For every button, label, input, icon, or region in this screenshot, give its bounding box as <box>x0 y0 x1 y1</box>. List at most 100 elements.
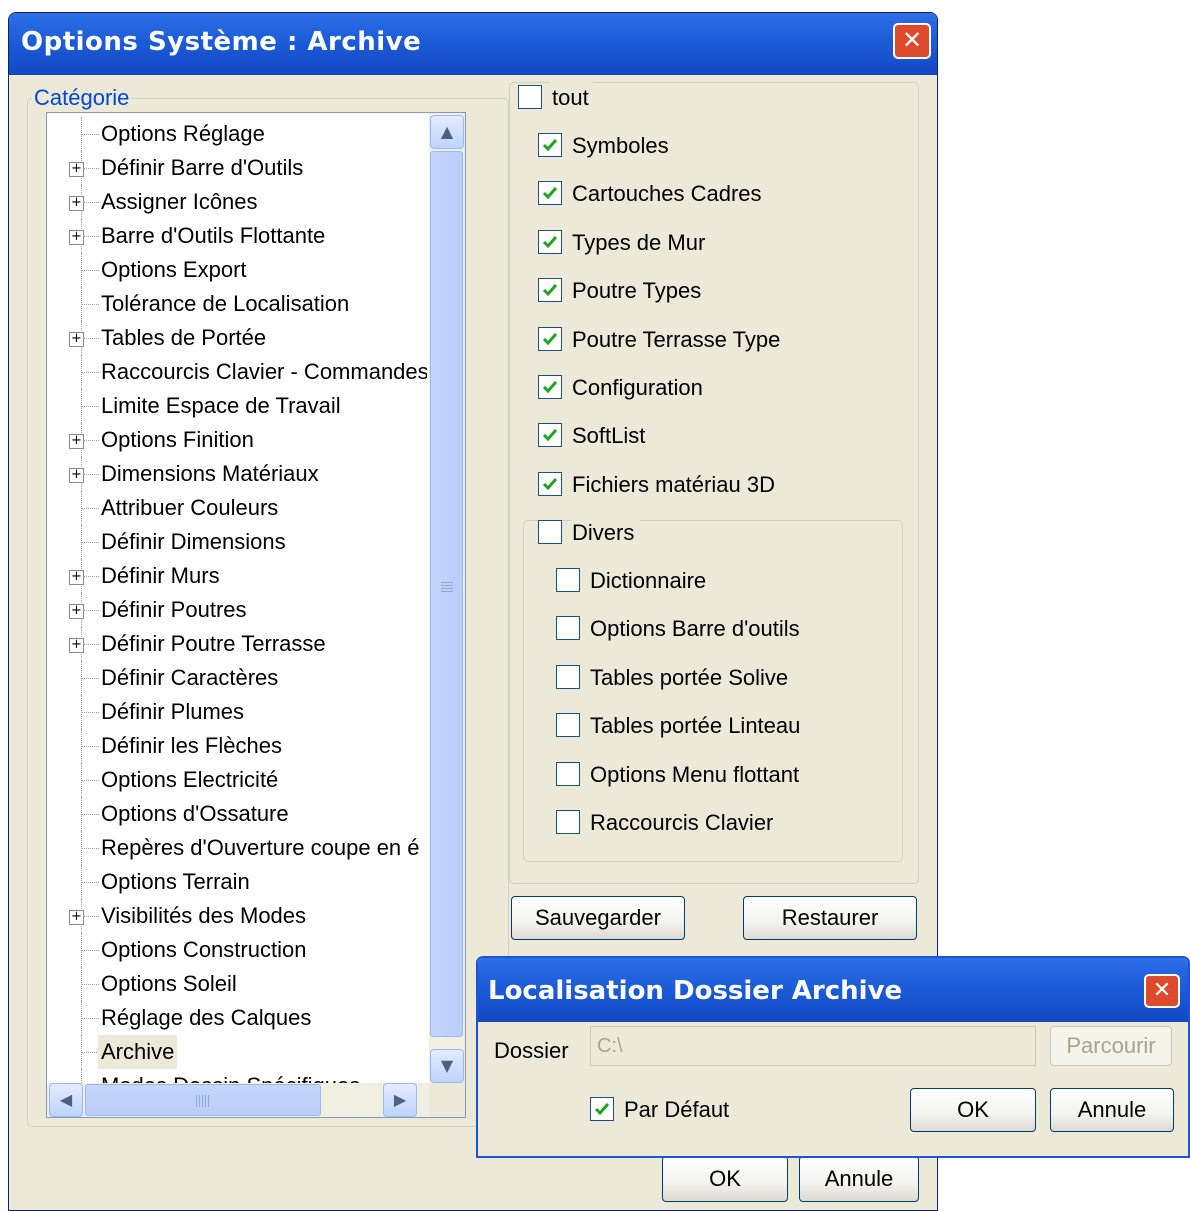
close-icon[interactable]: ✕ <box>893 23 931 59</box>
scroll-up-icon[interactable]: ▲ <box>430 115 464 149</box>
checkbox-box[interactable] <box>556 664 580 689</box>
tree-item[interactable]: + Assigner Icônes <box>47 185 427 219</box>
tree-item[interactable]: Raccourcis Clavier - Commandes <box>47 355 427 389</box>
checkbox-box[interactable] <box>538 520 562 544</box>
expand-plus-icon[interactable]: + <box>69 162 84 177</box>
expand-plus-icon[interactable]: + <box>69 604 84 619</box>
tree-item[interactable]: Définir les Flèches <box>47 729 427 763</box>
checkbox-box[interactable] <box>518 85 542 109</box>
tree-item-label: Raccourcis Clavier - Commandes <box>101 359 427 384</box>
default-label: Par Défaut <box>624 1097 730 1122</box>
checkbox-box[interactable] <box>538 181 562 206</box>
tree-item-label: Définir Barre d'Outils <box>101 155 304 180</box>
tree-item[interactable]: Définir Dimensions <box>47 525 427 559</box>
expand-plus-icon[interactable]: + <box>69 230 84 245</box>
tree-connector <box>81 542 99 543</box>
sub-dialog-title-bar[interactable]: Localisation Dossier Archive ✕ <box>478 958 1188 1022</box>
checkbox-box[interactable] <box>556 713 580 738</box>
tree-item[interactable]: + Définir Barre d'Outils <box>47 151 427 185</box>
checkbox-box[interactable] <box>556 761 580 786</box>
scroll-right-icon[interactable]: ▶ <box>383 1083 417 1117</box>
tree-item[interactable]: Options Terrain <box>47 865 427 899</box>
checkbox-box[interactable] <box>590 1097 614 1121</box>
tree-item-label: Options Finition <box>101 427 254 452</box>
horizontal-scrollbar[interactable]: ◀ ▶ <box>47 1083 431 1117</box>
expand-plus-icon[interactable]: + <box>69 638 84 653</box>
checkbox-box[interactable] <box>538 375 562 399</box>
checkbox-label: Types de Mur <box>572 229 706 255</box>
close-icon[interactable]: ✕ <box>1144 974 1180 1008</box>
category-tree[interactable]: Options Réglage + Définir Barre d'Outils + A… <box>46 112 466 1118</box>
tree-item[interactable]: Options Réglage <box>47 117 427 151</box>
tree-item-label: Définir Dimensions <box>101 529 286 554</box>
ok-button[interactable]: OK <box>662 1156 788 1202</box>
checkbox-label: Options Barre d'outils <box>590 616 800 642</box>
tree-item[interactable]: + Définir Murs <box>47 559 427 593</box>
checkbox-box[interactable] <box>538 471 562 496</box>
tree-item[interactable]: Archive <box>47 1035 427 1069</box>
checkbox-box[interactable] <box>556 616 580 641</box>
checkbox-label: Cartouches Cadres <box>572 181 762 207</box>
checkbox-box[interactable] <box>538 423 562 448</box>
tree-item[interactable]: + Dimensions Matériaux <box>47 457 427 491</box>
tree-item[interactable]: Options Export <box>47 253 427 287</box>
tree-item[interactable]: Tolérance de Localisation <box>47 287 427 321</box>
checkbox-box[interactable] <box>538 229 562 254</box>
expand-plus-icon[interactable]: + <box>69 570 84 585</box>
checkbox-box[interactable] <box>538 326 562 351</box>
tree-connector <box>81 678 99 679</box>
browse-button[interactable]: Parcourir <box>1050 1026 1172 1066</box>
tree-item[interactable]: Attribuer Couleurs <box>47 491 427 525</box>
dialog-title-bar[interactable]: Options Système : Archive ✕ <box>9 13 937 75</box>
tree-item[interactable]: + Options Finition <box>47 423 427 457</box>
sub-cancel-button[interactable]: Annule <box>1050 1088 1174 1132</box>
tree-item[interactable]: Définir Caractères <box>47 661 427 695</box>
expand-plus-icon[interactable]: + <box>69 434 84 449</box>
save-button[interactable]: Sauvegarder <box>511 896 685 940</box>
horizontal-scroll-thumb[interactable] <box>85 1084 321 1116</box>
tree-item[interactable]: + Tables de Portée <box>47 321 427 355</box>
tree-item[interactable]: Réglage des Calques <box>47 1001 427 1035</box>
tree-item[interactable]: + Visibilités des Modes <box>47 899 427 933</box>
checkbox-box[interactable] <box>556 568 580 592</box>
tree-connector <box>81 134 99 135</box>
tree-item[interactable]: Options d'Ossature <box>47 797 427 831</box>
tree-connector <box>81 882 99 883</box>
expand-plus-icon[interactable]: + <box>69 468 84 483</box>
tree-item-label: Barre d'Outils Flottante <box>101 223 326 248</box>
vertical-scrollbar[interactable]: ▲ ▼ <box>429 113 465 1085</box>
tree-item[interactable]: Options Construction <box>47 933 427 967</box>
sub-ok-button[interactable]: OK <box>910 1088 1036 1132</box>
tree-item[interactable]: Définir Plumes <box>47 695 427 729</box>
checkbox-box[interactable] <box>538 278 562 303</box>
checkbox-box[interactable] <box>538 133 562 157</box>
expand-plus-icon[interactable]: + <box>69 332 84 347</box>
tree-item[interactable]: Options Soleil <box>47 967 427 1001</box>
tree-item[interactable]: Repères d'Ouverture coupe en é <box>47 831 427 865</box>
expand-plus-icon[interactable]: + <box>69 910 84 925</box>
scroll-grip-icon <box>196 1095 210 1107</box>
checkbox-label: Fichiers matériau 3D <box>572 471 775 497</box>
divers-label: Divers <box>572 517 641 549</box>
dialog-title: Options Système : Archive <box>21 27 422 57</box>
tree-connector <box>81 372 99 373</box>
restore-button[interactable]: Restaurer <box>743 896 917 940</box>
tree-item[interactable]: Options Electricité <box>47 763 427 797</box>
tree-items-container: Options Réglage + Définir Barre d'Outils + A… <box>47 113 427 1085</box>
checkbox-label: Tables portée Solive <box>590 664 789 690</box>
folder-path-input[interactable]: C:\ <box>590 1026 1036 1066</box>
tree-item[interactable]: + Définir Poutre Terrasse <box>47 627 427 661</box>
tree-item-label: Options Electricité <box>101 767 279 792</box>
tree-connector <box>81 406 99 407</box>
tree-item[interactable]: + Barre d'Outils Flottante <box>47 219 427 253</box>
cancel-button[interactable]: Annule <box>799 1156 919 1202</box>
checkbox-box[interactable] <box>556 810 580 834</box>
vertical-scroll-thumb[interactable] <box>430 151 463 1037</box>
scroll-down-icon[interactable]: ▼ <box>430 1049 464 1083</box>
tree-item[interactable]: Limite Espace de Travail <box>47 389 427 423</box>
tree-item-label: Repères d'Ouverture coupe en é <box>101 835 420 860</box>
tree-item-label: Options Export <box>101 257 247 282</box>
scroll-left-icon[interactable]: ◀ <box>49 1083 83 1117</box>
expand-plus-icon[interactable]: + <box>69 196 84 211</box>
tree-item[interactable]: + Définir Poutres <box>47 593 427 627</box>
